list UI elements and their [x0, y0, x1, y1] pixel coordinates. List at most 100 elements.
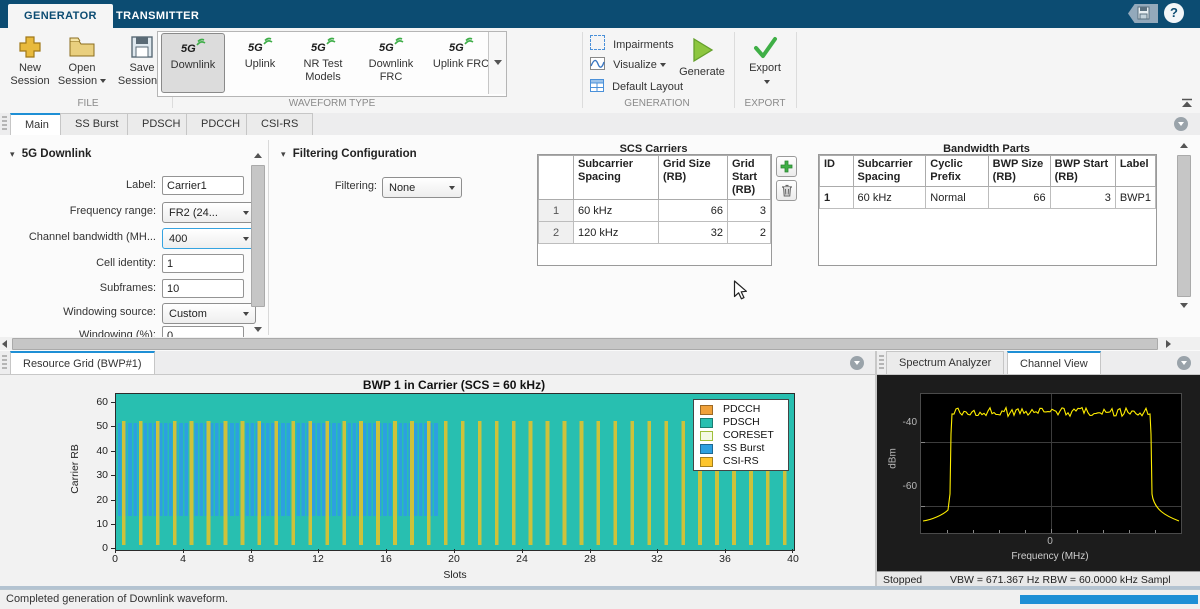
tabstrip-grip-handle[interactable]: [2, 116, 7, 132]
panel-menu-button[interactable]: [1177, 356, 1191, 370]
col-header[interactable]: Grid Size (RB): [659, 156, 728, 200]
panel-grip-handle[interactable]: [879, 355, 884, 370]
open-session-button[interactable]: Open Session: [56, 34, 108, 88]
cell-spacing[interactable]: 120 kHz: [574, 222, 659, 244]
svg-text:5G: 5G: [181, 43, 196, 55]
col-header[interactable]: Label: [1115, 156, 1155, 187]
help-button[interactable]: ?: [1164, 3, 1184, 23]
vertical-scrollbar-thumb[interactable]: [1177, 155, 1191, 297]
export-button[interactable]: Export: [742, 36, 788, 89]
tab-ss-burst[interactable]: SS Burst: [60, 113, 133, 135]
downlink-section-header[interactable]: ▾ 5G Downlink: [10, 148, 91, 160]
5g-icon: 5G: [378, 36, 404, 54]
cell-id[interactable]: 1: [820, 187, 854, 209]
svg-text:5G: 5G: [449, 42, 464, 54]
cell-grid-start[interactable]: 2: [728, 222, 771, 244]
waveform-item-label: Uplink: [229, 58, 291, 71]
tab-transmitter[interactable]: TRANSMITTER: [100, 4, 215, 28]
channel-bandwidth-select[interactable]: 400: [162, 228, 256, 249]
col-header[interactable]: Grid Start (RB): [728, 156, 771, 200]
table-row: 1 60 kHz Normal 66 3 BWP1: [820, 187, 1156, 209]
subframes-field[interactable]: [162, 279, 244, 298]
cell-grid-size[interactable]: 66: [659, 200, 728, 222]
x-tick-mark: [318, 549, 319, 553]
filtering-select[interactable]: None: [382, 177, 462, 198]
vertical-scrollbar-thumb[interactable]: [251, 165, 265, 307]
gallery-expand-button[interactable]: [488, 32, 506, 94]
panel-grip-handle[interactable]: [2, 355, 7, 370]
new-session-label: New Session: [10, 62, 49, 87]
chart-legend: PDCCH PDSCH CORESET SS Burst CSI-RS: [693, 399, 789, 471]
scroll-down-arrow[interactable]: [1180, 303, 1188, 308]
group-separator: [582, 32, 583, 108]
generate-button[interactable]: Generate: [676, 36, 728, 79]
scroll-down-arrow[interactable]: [254, 327, 262, 332]
panel-menu-button[interactable]: [850, 356, 864, 370]
cell-grid-start[interactable]: 3: [728, 200, 771, 222]
plus-icon: [780, 160, 793, 173]
visualize-button[interactable]: Visualize: [590, 57, 666, 73]
delete-row-button[interactable]: [776, 180, 797, 201]
col-header[interactable]: Subcarrier Spacing: [853, 156, 926, 187]
quick-save-icon[interactable]: [1128, 4, 1158, 23]
x-tick-label: 40: [781, 553, 805, 565]
waveform-uplink-frc-item[interactable]: 5G Uplink FRC: [428, 33, 494, 93]
cell-prefix[interactable]: Normal: [926, 187, 988, 209]
cell-spacing[interactable]: 60 kHz: [853, 187, 926, 209]
tab-generator[interactable]: GENERATOR: [8, 4, 113, 28]
new-session-button[interactable]: New Session: [8, 34, 52, 88]
x-tick-mark: [454, 549, 455, 553]
waveform-uplink-item[interactable]: 5G Uplink: [229, 33, 291, 93]
spectrum-tabstrip: Spectrum Analyzer Channel View: [877, 351, 1200, 375]
tab-pdcch[interactable]: PDCCH: [186, 113, 255, 135]
panel-menu-button[interactable]: [1174, 117, 1188, 131]
tab-spectrum-analyzer[interactable]: Spectrum Analyzer: [886, 351, 1004, 374]
collapse-ribbon-icon[interactable]: [1180, 98, 1194, 108]
scroll-up-arrow[interactable]: [1180, 143, 1188, 148]
scs-carriers-table: Subcarrier Spacing Grid Size (RB) Grid S…: [537, 154, 772, 266]
waveform-item-label: Uplink FRC: [428, 58, 494, 71]
cell-bwp-label[interactable]: BWP1: [1115, 187, 1155, 209]
col-header[interactable]: Subcarrier Spacing: [574, 156, 659, 200]
horizontal-scrollbar[interactable]: [0, 337, 1200, 350]
frequency-range-value: FR2 (24...: [169, 204, 218, 222]
cell-bwp-start[interactable]: 3: [1050, 187, 1115, 209]
horizontal-scrollbar-thumb[interactable]: [12, 338, 1158, 350]
coreset-csirs-stripes: [116, 421, 792, 545]
tab-resource-grid[interactable]: Resource Grid (BWP#1): [10, 351, 155, 374]
scroll-left-arrow[interactable]: [2, 340, 7, 348]
waveform-downlink-frc-item[interactable]: 5G Downlink FRC: [358, 33, 424, 93]
file-group-label: FILE: [8, 98, 168, 109]
frequency-range-select[interactable]: FR2 (24...: [162, 202, 256, 223]
scroll-up-arrow[interactable]: [254, 153, 262, 158]
tab-main[interactable]: Main: [10, 113, 64, 135]
tab-channel-view[interactable]: Channel View: [1007, 351, 1101, 374]
y-tick-mark: [111, 426, 115, 427]
x-tick-mark: [792, 549, 793, 553]
col-header[interactable]: BWP Size (RB): [988, 156, 1050, 187]
add-row-button[interactable]: [776, 156, 797, 177]
tab-csi-rs[interactable]: CSI-RS: [246, 113, 313, 135]
x-tick-mark: [1025, 530, 1026, 533]
waveform-nr-test-models-item[interactable]: 5G NR Test Models: [292, 33, 354, 93]
visualize-caret-icon: [660, 63, 666, 67]
generate-label: Generate: [679, 66, 725, 78]
default-layout-button[interactable]: Default Layout: [590, 79, 683, 95]
impairments-button[interactable]: Impairments: [590, 35, 674, 51]
svg-text:5G: 5G: [379, 42, 394, 54]
document-tabstrip: Main SS Burst PDSCH PDCCH CSI-RS: [0, 113, 1200, 136]
cell-grid-size[interactable]: 32: [659, 222, 728, 244]
label-field[interactable]: [162, 176, 244, 195]
col-header[interactable]: ID: [820, 156, 854, 187]
cell-bwp-size[interactable]: 66: [988, 187, 1050, 209]
col-header[interactable]: Cyclic Prefix: [926, 156, 988, 187]
col-header[interactable]: BWP Start (RB): [1050, 156, 1115, 187]
filtering-section-header[interactable]: ▾ Filtering Configuration: [281, 148, 417, 160]
x-tick-mark: [386, 549, 387, 553]
cell-identity-field[interactable]: [162, 254, 244, 273]
waveform-downlink-item[interactable]: 5G Downlink: [161, 33, 225, 93]
cell-spacing[interactable]: 60 kHz: [574, 200, 659, 222]
windowing-source-select[interactable]: Custom: [162, 303, 256, 324]
scroll-right-arrow[interactable]: [1166, 340, 1171, 348]
y-tick-label: -60: [891, 481, 917, 492]
